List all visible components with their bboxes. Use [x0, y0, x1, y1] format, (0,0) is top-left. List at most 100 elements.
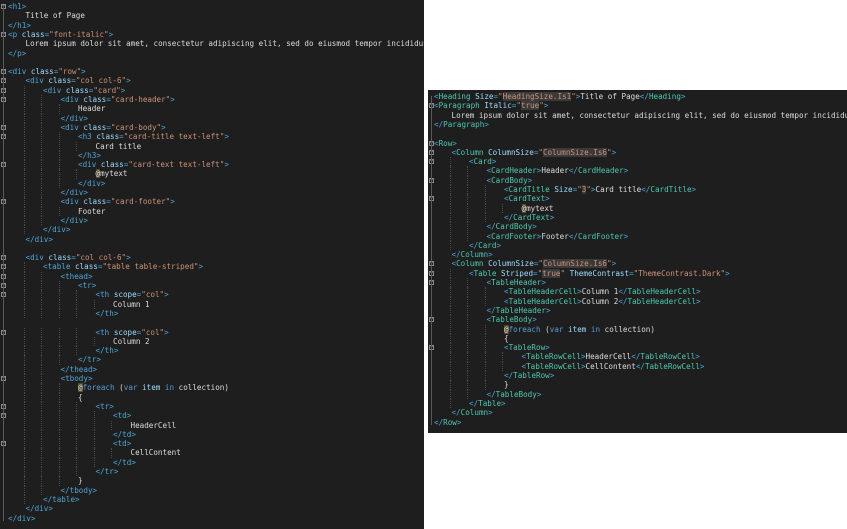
code-line: <TableRowCell>CellContent</TableRowCell>	[522, 362, 705, 371]
code-line: <p class="font-italic">	[8, 30, 113, 39]
code-token: h3	[82, 132, 92, 142]
code-token: ColumnSize	[488, 147, 534, 157]
indent-guide	[76, 336, 77, 347]
indent-guide	[41, 188, 42, 198]
code-token: class	[48, 76, 72, 86]
indent-guide	[58, 439, 60, 449]
code-token: th	[100, 290, 110, 300]
indent-guide	[484, 185, 486, 195]
blazorise-code-editor-panel[interactable]: <Heading Size="HeadingSize.Is1">Title of…	[428, 90, 847, 433]
indent-guide	[58, 281, 60, 291]
indent-guide	[41, 448, 42, 458]
code-token: >	[126, 411, 132, 421]
indent-guide	[449, 240, 451, 251]
indent-guide	[467, 175, 468, 185]
indent-guide	[41, 374, 42, 384]
indent-guide	[58, 104, 60, 114]
indent-guide	[23, 113, 25, 123]
code-token: class	[100, 160, 124, 170]
indent-guide	[467, 287, 468, 297]
indent-guide	[467, 203, 468, 213]
code-token: CardHeader	[577, 166, 624, 176]
code-token: CardHeader	[491, 166, 537, 176]
indent-guide	[23, 308, 25, 319]
indent-guide	[23, 85, 25, 95]
code-token: >	[532, 315, 537, 325]
indent-guide	[23, 457, 25, 467]
indent-guide	[41, 104, 42, 114]
code-token: TableHeader	[491, 278, 542, 287]
code-token: </	[486, 305, 496, 315]
indent-guide	[467, 305, 468, 316]
indent-guide	[58, 401, 60, 412]
code-line: </tbody>	[61, 486, 98, 495]
indent-guide	[449, 333, 451, 344]
code-line: </thead>	[61, 365, 98, 374]
code-token: div	[34, 504, 49, 514]
indent-guide	[58, 336, 60, 347]
indent-guide	[76, 439, 77, 449]
code-line: @mytext	[521, 203, 554, 213]
code-line: <Heading Size="HeadingSize.Is1">Title of…	[434, 92, 686, 101]
code-token: </	[568, 231, 578, 241]
code-token: "font-italic"	[49, 29, 109, 39]
indent-guide	[484, 203, 486, 213]
indent-guide	[76, 290, 77, 300]
code-token: >	[224, 160, 229, 170]
code-token: >	[224, 132, 229, 142]
code-line: <Column ColumnSize="ColumnSize.Is6">	[452, 259, 616, 269]
indent-guide	[449, 231, 451, 241]
code-token: >	[452, 138, 457, 148]
indent-guide	[93, 429, 95, 440]
indent-guide	[41, 401, 42, 412]
code-token: >	[170, 197, 175, 207]
code-line: <Column ColumnSize="ColumnSize.Is6">	[452, 147, 616, 157]
code-token: Card	[473, 157, 492, 167]
indent-guide	[23, 420, 25, 430]
code-line: </p>	[8, 49, 26, 58]
indent-guide	[41, 169, 42, 179]
code-token: >	[488, 408, 493, 418]
code-token: >	[488, 250, 493, 260]
indent-guide	[23, 169, 25, 179]
code-token: div	[30, 76, 44, 86]
code-line: <TableHeaderCell>Column 2</TableHeaderCe…	[504, 297, 701, 306]
code-token: div	[69, 215, 84, 225]
code-token: CardTitle	[650, 185, 692, 194]
code-token: mytext	[526, 203, 554, 213]
code-token: class	[30, 67, 54, 77]
code-token: </	[434, 119, 444, 129]
indent-guide	[58, 448, 60, 458]
code-token: {	[504, 333, 509, 343]
code-token: class	[96, 132, 120, 142]
code-token: >	[532, 222, 537, 232]
code-token: >	[170, 95, 175, 104]
code-token: scope	[113, 327, 137, 337]
code-token: >	[96, 355, 101, 365]
html-code-editor-panel[interactable]: <h1> − Title of Page </h1> <p class="font-it…	[0, 0, 424, 529]
code-token: TableRowCell	[526, 361, 581, 371]
code-token: >	[691, 185, 697, 194]
indent-guide	[41, 467, 42, 477]
code-token: </	[568, 166, 578, 176]
indent-guide	[484, 287, 486, 297]
code-token: >	[26, 20, 31, 30]
indent-guide	[467, 333, 468, 344]
indent-guide	[41, 383, 42, 393]
indent-guide	[93, 411, 95, 421]
code-line: <th scope="col">	[96, 328, 169, 337]
indent-guide	[58, 160, 60, 170]
code-line: </div>	[43, 225, 70, 234]
indent-guide	[467, 315, 468, 325]
indent-guide	[23, 290, 25, 300]
indent-guide	[58, 383, 60, 393]
code-line: Lorem ipsum dolor sit amet, consectetur …	[26, 39, 425, 48]
code-line: </div>	[61, 188, 88, 197]
code-token: div	[34, 234, 49, 244]
code-line: <div class="col col-6">	[26, 253, 131, 262]
indent-guide	[449, 343, 451, 353]
code-line: Column 1	[113, 300, 150, 309]
code-token: HeaderCell	[585, 352, 632, 362]
code-line: Card title	[96, 142, 142, 151]
code-token: Card title	[95, 141, 142, 151]
